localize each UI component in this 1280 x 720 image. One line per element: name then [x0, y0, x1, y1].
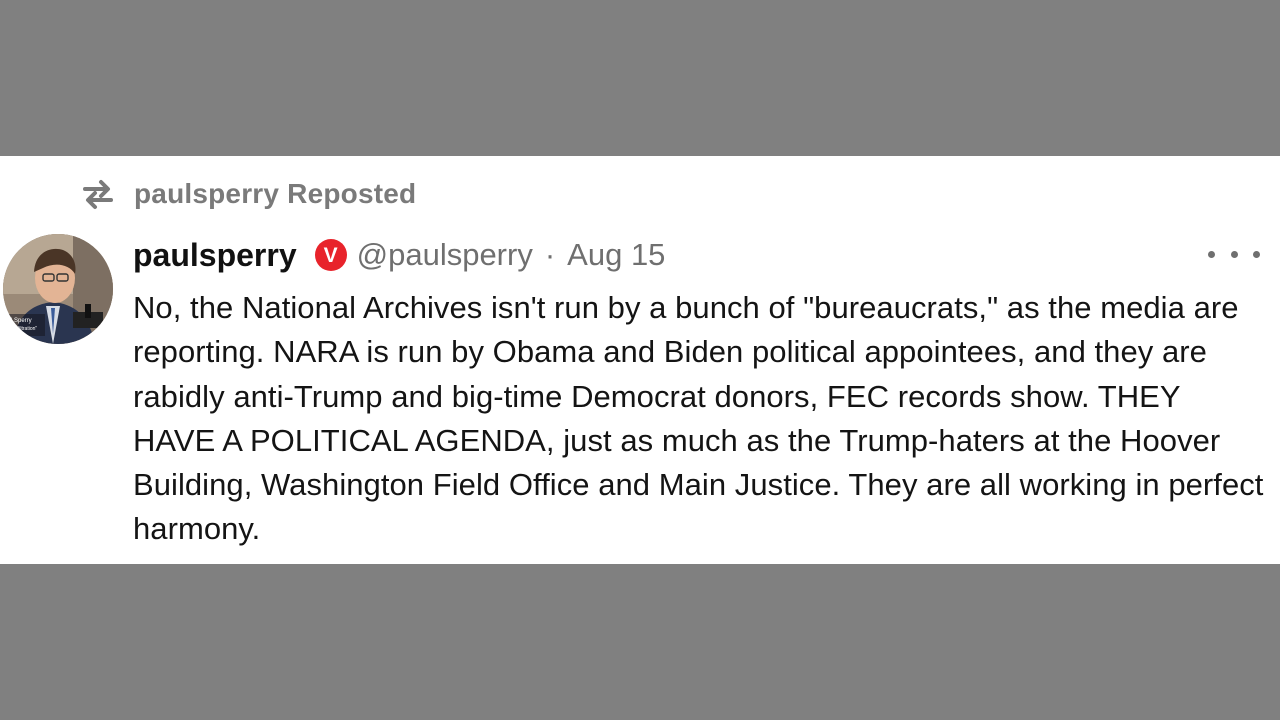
repost-arrows-icon	[80, 176, 116, 212]
avatar-caption-line1: l Sperry	[11, 318, 32, 324]
more-options-button[interactable]	[1208, 238, 1260, 270]
more-horizontal-icon	[1208, 250, 1215, 258]
bottom-backdrop	[0, 564, 1280, 720]
more-horizontal-icon	[1253, 250, 1260, 258]
top-backdrop	[0, 0, 1280, 156]
post-card[interactable]: paulsperry Reposted l Sperry or, "Infilt…	[0, 156, 1280, 564]
verified-badge-letter: V	[323, 243, 338, 267]
repost-indicator[interactable]: paulsperry Reposted	[80, 176, 416, 212]
post-header: paulsperry V @paulsperry · Aug 15	[133, 232, 665, 278]
post-date[interactable]: Aug 15	[567, 237, 665, 273]
avatar-caption-line2: or, "Infiltration"	[5, 326, 37, 332]
display-name[interactable]: paulsperry	[133, 237, 297, 274]
repost-label: paulsperry Reposted	[134, 178, 417, 209]
avatar[interactable]: l Sperry or, "Infiltration"	[3, 234, 113, 344]
post-text: No, the National Archives isn't run by a…	[133, 290, 1264, 547]
more-horizontal-icon	[1230, 250, 1238, 258]
header-separator: ·	[544, 237, 556, 272]
user-handle[interactable]: @paulsperry	[357, 237, 533, 273]
verified-badge-icon: V	[314, 239, 347, 271]
